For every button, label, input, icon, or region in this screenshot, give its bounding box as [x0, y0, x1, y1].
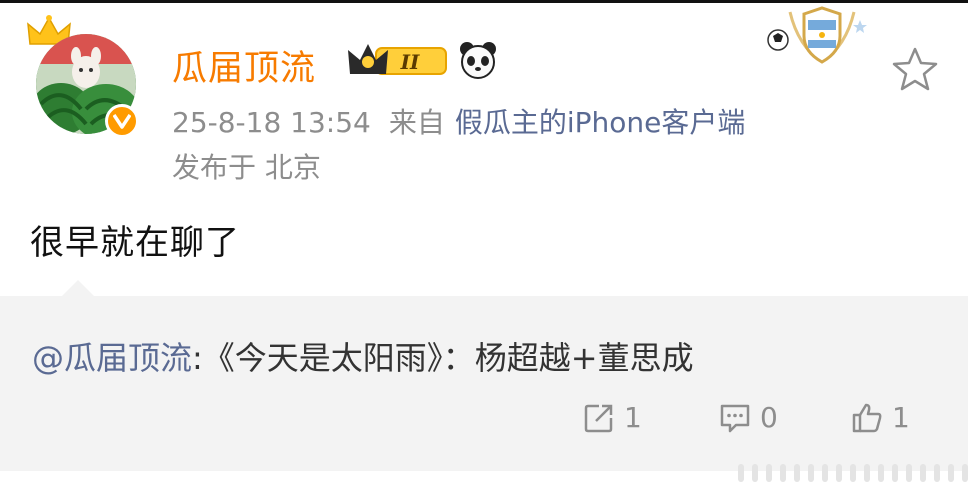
comment-icon [720, 404, 750, 432]
quoted-post-text[interactable]: @瓜届顶流:《今天是太阳雨》：杨超越+董思成 [32, 333, 694, 379]
comment-count: 0 [760, 401, 778, 434]
panda-icon [458, 40, 498, 84]
like-count: 1 [892, 401, 910, 434]
post-location: 发布于 北京 [172, 151, 321, 184]
star-icon [892, 47, 938, 91]
share-icon [584, 404, 613, 432]
post-text: 很早就在聊了 [30, 223, 240, 263]
post-meta: 25-8-18 13:54 来自 假瓜主的iPhone客户端 [172, 101, 745, 141]
avatar-container[interactable] [26, 14, 146, 138]
favorite-star-button[interactable] [890, 44, 940, 94]
argentina-shield-icon[interactable] [762, 6, 872, 70]
crown-level-icon[interactable]: II [346, 40, 450, 84]
thumbs-up-icon [852, 403, 882, 432]
post-time: 25-8-18 13:54 [172, 106, 371, 139]
like-button[interactable]: 1 [850, 395, 910, 440]
source-label: 来自 [388, 106, 445, 139]
comment-button[interactable]: 0 [718, 395, 778, 440]
loading-indicator [738, 464, 968, 482]
quoted-post[interactable] [0, 296, 968, 471]
top-bar [0, 0, 968, 3]
quoted-body: :《今天是太阳雨》：杨超越+董思成 [192, 339, 694, 377]
share-button[interactable]: 1 [582, 395, 642, 440]
source-link[interactable]: 假瓜主的iPhone客户端 [455, 106, 746, 139]
username[interactable]: 瓜届顶流 [172, 40, 316, 91]
vip-v-icon [105, 104, 139, 138]
level-text: II [400, 50, 420, 74]
share-count: 1 [624, 401, 642, 434]
quoted-mention[interactable]: @瓜届顶流 [32, 339, 192, 377]
